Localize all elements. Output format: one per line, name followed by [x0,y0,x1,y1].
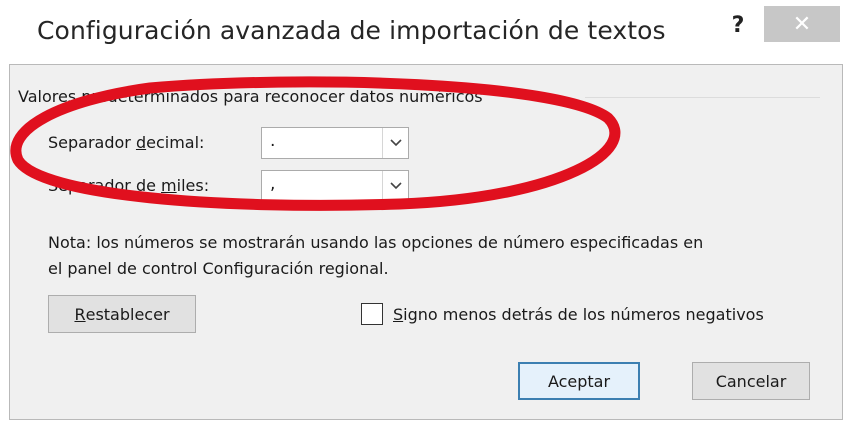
dialog-window: Configuración avanzada de importación de… [0,0,852,434]
chevron-down-icon[interactable] [382,128,408,158]
help-button[interactable]: ? [724,10,752,40]
thousands-separator-combo[interactable]: , [261,170,409,202]
dialog-title: Configuración avanzada de importación de… [37,16,666,45]
thousands-separator-value: , [270,174,276,194]
group-divider [585,97,820,98]
note-line-1: Nota: los números se mostrarán usando la… [48,233,704,252]
note-line-2: el panel de control Configuración region… [48,259,389,278]
negative-sign-option[interactable]: Signo menos detrás de los números negati… [361,300,764,328]
cancel-button[interactable]: Cancelar [692,362,810,400]
decimal-separator-label: Separador decimal: [48,133,205,152]
negative-sign-label: Signo menos detrás de los números negati… [393,304,764,324]
reset-button[interactable]: Restablecer [48,295,196,333]
decimal-separator-value: . [270,131,276,151]
regional-settings-note: Nota: los números se mostrarán usando la… [48,230,838,282]
close-button[interactable]: ✕ [764,6,840,42]
decimal-separator-combo[interactable]: . [261,127,409,159]
dialog-body: Valores predeterminados para reconocer d… [9,64,843,420]
thousands-separator-label: Separador de miles: [48,176,210,195]
group-label: Valores predeterminados para reconocer d… [18,87,489,106]
chevron-down-icon[interactable] [382,171,408,201]
negative-sign-checkbox[interactable] [361,303,383,325]
ok-button[interactable]: Aceptar [518,362,640,400]
close-icon: ✕ [792,11,812,37]
